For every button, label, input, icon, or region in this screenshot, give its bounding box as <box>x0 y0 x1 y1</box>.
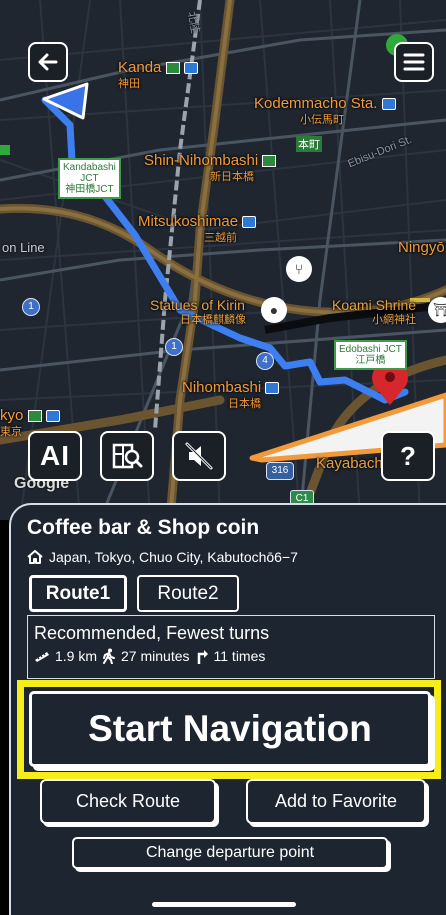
metro-icon <box>265 382 280 395</box>
station-kanda-label: Kanda <box>118 59 162 76</box>
help-icon: ? <box>400 440 416 471</box>
junction-kandabashi: Kandabashi JCT 神田橋JCT <box>58 158 121 199</box>
map-search-button[interactable] <box>100 431 154 481</box>
place-poi-icon[interactable]: ● <box>261 297 287 323</box>
ai-assistant-button[interactable]: AI <box>28 431 82 481</box>
station-mitsukoshimae: Mitsukoshimae 三越前 <box>138 213 257 246</box>
metro-icon <box>242 216 257 229</box>
ai-label: AI <box>40 440 70 471</box>
station-shin-nihombashi-sub: 新日本橋 <box>210 171 254 183</box>
junction-edobashi: Edobashi JCT 江戸橋 <box>334 340 407 370</box>
poi-koami: Koami Shrine 小網神社 <box>332 298 416 328</box>
change-departure-button[interactable]: Change departure point <box>72 837 388 869</box>
speaker-muted-icon <box>185 442 213 470</box>
junction-edobashi-line1: Edobashi JCT <box>339 344 402 355</box>
station-kanda-sub: 神田 <box>118 78 140 90</box>
metro-icon <box>183 62 198 75</box>
map-view[interactable]: 北陸 Kanda 神田 Kodemmacho Sta. 小伝馬町 本町 Ebis… <box>0 0 446 520</box>
poi-kirin: Statues of Kirin 日本橋麒麟像 <box>150 298 246 328</box>
station-kayabacho: Kayabach <box>316 455 383 472</box>
map-search-icon <box>112 443 143 469</box>
turn-icon <box>197 650 208 664</box>
route-number-316: 316 <box>266 462 294 480</box>
route-distance: 1.9 km <box>55 648 98 664</box>
menu-button[interactable] <box>394 42 434 82</box>
home-indicator[interactable] <box>152 902 296 907</box>
station-shin-nihombashi-label: Shin-Nihombashi <box>144 152 259 169</box>
street-label-honcho: 本町 <box>296 136 322 152</box>
poi-koami-sub: 小網神社 <box>372 314 416 326</box>
junction-kandabashi-line2: JCT <box>80 173 99 184</box>
junction-kandabashi-line3: 神田橋JCT <box>65 184 114 195</box>
junction-edobashi-line2: 江戸橋 <box>355 355 386 366</box>
route-info-card[interactable]: Recommended, Fewest turns 1.9 km 27 minu… <box>27 615 435 679</box>
walking-icon <box>103 648 116 664</box>
route-summary: Recommended, Fewest turns <box>34 623 270 643</box>
station-ningyo: Ningyō <box>398 239 445 256</box>
start-navigation-button[interactable]: Start Navigation <box>29 691 431 767</box>
route-duration: 27 minutes <box>121 648 190 664</box>
jr-icon <box>27 410 42 423</box>
metro-icon <box>45 410 60 423</box>
poi-kirin-label: Statues of Kirin <box>150 297 245 313</box>
station-nihombashi: Nihombashi 日本橋 <box>182 379 280 412</box>
station-kodemmacho-sub: 小伝馬町 <box>300 114 344 126</box>
arrow-left-icon <box>38 53 58 71</box>
check-route-button[interactable]: Check Route <box>40 779 216 824</box>
hamburger-menu-icon <box>403 53 425 71</box>
route-number-4: 4 <box>256 352 274 370</box>
destination-name: Coffee bar & Shop coin <box>27 516 260 539</box>
route-turns: 11 times <box>213 648 266 664</box>
station-kanda: Kanda 神田 <box>118 60 198 92</box>
station-nihombashi-sub: 日本橋 <box>228 398 261 410</box>
tab-route1[interactable]: Route1 <box>29 575 127 612</box>
food-poi-icon[interactable]: ⑂ <box>286 256 312 282</box>
home-icon <box>27 550 43 564</box>
mute-button[interactable] <box>172 431 226 481</box>
station-nihombashi-label: Nihombashi <box>182 379 262 396</box>
jr-icon <box>165 62 180 75</box>
address-text: Japan, Tokyo, Chuo City, Kabutochō6−7 <box>49 549 298 565</box>
station-shin-nihombashi: Shin-Nihombashi 新日本橋 <box>144 152 277 185</box>
station-kodemmacho-label: Kodemmacho Sta. <box>254 95 378 112</box>
back-button[interactable] <box>28 42 68 82</box>
route-number-1: 1 <box>165 338 183 356</box>
street-label-line: on Line <box>2 240 45 255</box>
poi-kirin-sub: 日本橋麒麟像 <box>180 314 246 326</box>
junction-kandabashi-line1: Kandabashi <box>63 162 116 173</box>
poi-koami-label: Koami Shrine <box>332 297 417 313</box>
address-row: Japan, Tokyo, Chuo City, Kabutochō6−7 <box>27 549 298 565</box>
help-button[interactable]: ? <box>381 431 435 481</box>
station-kodemmacho: Kodemmacho Sta. 小伝馬町 <box>254 96 396 128</box>
metro-icon <box>381 98 396 111</box>
ruler-icon <box>35 652 49 662</box>
tab-route2[interactable]: Route2 <box>137 575 239 612</box>
add-to-favorite-button[interactable]: Add to Favorite <box>246 779 426 824</box>
station-mitsukoshimae-sub: 三越前 <box>204 232 237 244</box>
route-number-1: 1 <box>22 298 40 316</box>
station-tokyo-label: kyo <box>0 407 24 424</box>
jr-icon <box>262 155 277 168</box>
route-stats: 1.9 km 27 minutes 11 times <box>34 648 428 664</box>
station-mitsukoshimae-label: Mitsukoshimae <box>138 213 239 230</box>
